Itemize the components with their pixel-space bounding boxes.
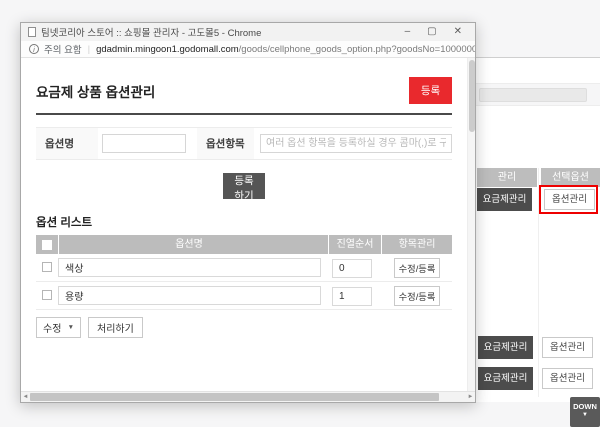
down-arrow-icon: ▼ xyxy=(570,411,600,420)
window-titlebar[interactable]: 팀넷코리아 스토어 :: 쇼핑몰 관리자 - 고도몰5 - Chrome – ▢… xyxy=(21,23,475,41)
apply-button[interactable]: 처리하기 xyxy=(88,317,143,338)
option-items-label: 옵션항목 xyxy=(197,128,254,159)
bulk-action-value: 수정 xyxy=(43,320,61,335)
security-warning: 주의 요함 xyxy=(44,42,82,56)
close-icon[interactable]: ✕ xyxy=(454,27,462,37)
row-order-input[interactable] xyxy=(332,287,372,306)
option-name-input[interactable] xyxy=(102,134,186,153)
row-order-input[interactable] xyxy=(332,259,372,278)
background-band xyxy=(476,58,600,84)
chevron-down-icon: ▼ xyxy=(68,324,74,331)
option-name-label: 옵션명 xyxy=(36,128,98,159)
title-separator xyxy=(36,113,452,115)
select-all-checkbox[interactable] xyxy=(42,240,52,250)
edit-register-button[interactable]: 수정/등록 xyxy=(394,258,440,278)
plan-manage-button[interactable]: 요금제관리 xyxy=(478,336,533,359)
header-option-name: 옵션명 xyxy=(59,235,328,254)
url-domain: gdadmin.mingoon1.godomall.com xyxy=(96,44,239,55)
row-option-name-input[interactable] xyxy=(58,258,321,277)
edit-register-button[interactable]: 수정/등록 xyxy=(394,286,440,306)
table-header: 옵션명 진열순서 항목관리 xyxy=(36,235,452,254)
document-icon xyxy=(28,27,36,37)
horizontal-scrollbar[interactable]: ◄ ► xyxy=(21,391,475,402)
option-list-title: 옵션 리스트 xyxy=(36,214,452,230)
url-divider: | xyxy=(88,44,90,55)
option-table: 옵션명 진열순서 항목관리 수정/등록 수정/등록 xyxy=(36,235,452,310)
popup-content: 요금제 상품 옵션관리 등록 옵션명 옵션항목 등록하기 옵션 리스트 옵션명 xyxy=(21,58,475,391)
option-form: 옵션명 옵션항목 xyxy=(36,127,452,160)
url-path: /goods/cellphone_goods_option.php?goodsN… xyxy=(239,44,475,55)
row-checkbox[interactable] xyxy=(42,262,52,272)
red-highlight-box xyxy=(539,185,598,214)
popup-window: 팀넷코리아 스토어 :: 쇼핑몰 관리자 - 고도몰5 - Chrome – ▢… xyxy=(20,22,476,403)
submit-button[interactable]: 등록하기 xyxy=(223,173,265,199)
vertical-scrollbar[interactable] xyxy=(467,58,475,391)
maximize-icon[interactable]: ▢ xyxy=(427,27,436,37)
register-button[interactable]: 등록 xyxy=(409,77,452,104)
option-manage-button[interactable]: 옵션관리 xyxy=(542,368,593,389)
plan-manage-button[interactable]: 요금제관리 xyxy=(477,188,532,211)
option-manage-button[interactable]: 옵션관리 xyxy=(542,337,593,358)
page-title: 요금제 상품 옵션관리 xyxy=(36,81,155,101)
table-row: 수정/등록 xyxy=(36,282,452,310)
window-title: 팀넷코리아 스토어 :: 쇼핑몰 관리자 - 고도몰5 - Chrome xyxy=(41,25,405,39)
scroll-down-button[interactable]: DOWN ▼ xyxy=(570,397,600,427)
bulk-action-bar: 수정 ▼ 처리하기 xyxy=(36,317,452,338)
scroll-left-icon[interactable]: ◄ xyxy=(21,392,30,402)
header-display-order: 진열순서 xyxy=(329,235,381,254)
info-icon[interactable]: i xyxy=(29,44,39,54)
vertical-scrollbar-thumb[interactable] xyxy=(469,60,475,132)
minimize-icon[interactable]: – xyxy=(405,27,411,37)
horizontal-scrollbar-thumb[interactable] xyxy=(30,393,439,401)
url-bar[interactable]: i 주의 요함 | gdadmin.mingoon1.godomall.com … xyxy=(21,41,475,58)
row-checkbox[interactable] xyxy=(42,290,52,300)
table-row: 수정/등록 xyxy=(36,254,452,282)
row-option-name-input[interactable] xyxy=(58,286,321,305)
down-button-label: DOWN xyxy=(573,402,597,411)
column-header-manage: 관리 xyxy=(477,168,537,187)
screen: 관리 선택옵션 요금제관리 옵션관리 요금제관리 옵션관리 요금제관리 옵션관리… xyxy=(0,0,600,427)
option-items-input[interactable] xyxy=(260,134,452,153)
bulk-action-select[interactable]: 수정 ▼ xyxy=(36,317,81,338)
header-item-manage: 항목관리 xyxy=(382,235,452,254)
background-field xyxy=(479,88,587,102)
scroll-right-icon[interactable]: ► xyxy=(466,392,475,402)
plan-manage-button[interactable]: 요금제관리 xyxy=(478,367,533,390)
